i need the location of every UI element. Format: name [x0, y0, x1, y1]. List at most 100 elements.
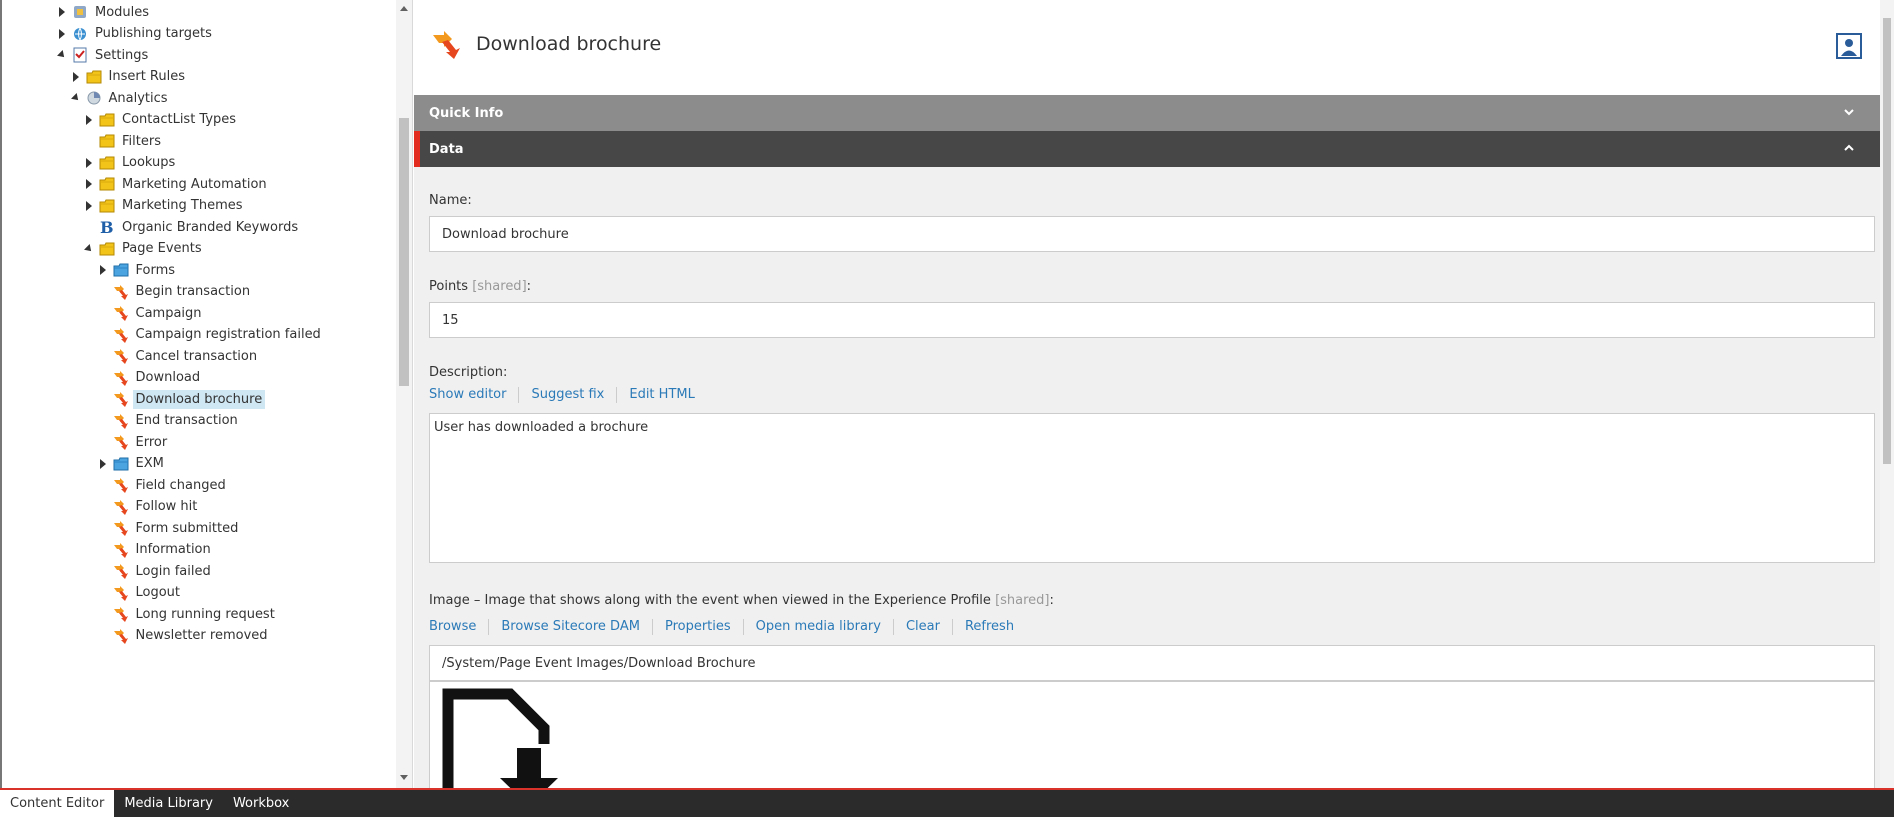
tree-item-download-brochure[interactable]: Download brochure [97, 388, 266, 410]
tree-item-begin-transaction[interactable]: Begin transaction [97, 281, 254, 303]
tree-item-label: Long running request [135, 606, 275, 622]
browse-link[interactable]: Browse [429, 619, 488, 635]
tree-item-campaign-registration-failed[interactable]: Campaign registration failed [97, 324, 324, 346]
tree-item-campaign[interactable]: Campaign [97, 302, 205, 324]
quick-info-label: Quick Info [429, 105, 504, 121]
tree-item-modules[interactable]: Modules [56, 1, 152, 23]
points-label-text: Points [429, 279, 469, 294]
bottom-taskbar: Content Editor Media Library Workbox [0, 788, 1894, 817]
expand-arrow-icon[interactable] [97, 264, 109, 276]
expand-arrow-icon[interactable] [70, 71, 82, 83]
collapse-arrow-icon[interactable] [83, 243, 95, 255]
image-preview[interactable] [429, 681, 1875, 788]
refresh-link[interactable]: Refresh [951, 619, 1026, 635]
properties-link[interactable]: Properties [651, 619, 743, 635]
description-field-label: Description: [429, 365, 508, 380]
show-editor-link[interactable]: Show editor [429, 387, 518, 403]
tree-item-cancel-transaction[interactable]: Cancel transaction [97, 345, 261, 367]
editor-scrollbar-thumb[interactable] [1883, 18, 1891, 464]
tree-item-label: Login failed [135, 563, 211, 579]
tree-item-publishing-targets[interactable]: Publishing targets [56, 23, 215, 45]
media-library-tab[interactable]: Media Library [114, 790, 223, 817]
expand-arrow-icon[interactable] [83, 200, 95, 212]
data-section-header[interactable]: Data [414, 131, 1880, 167]
tree-item-analytics[interactable]: Analytics [70, 87, 171, 109]
workbox-tab[interactable]: Workbox [223, 790, 299, 817]
tree-item-page-events[interactable]: Page Events [83, 238, 205, 260]
folder-icon [99, 176, 115, 192]
page-event-icon [113, 585, 129, 601]
tree-item-download[interactable]: Download [97, 367, 204, 389]
expand-arrow-icon[interactable] [97, 458, 109, 470]
tree-item-label: Marketing Automation [122, 176, 267, 192]
image-label-text: Image – Image that shows along with the … [429, 593, 991, 608]
tree-item-label: Lookups [122, 155, 176, 170]
tree-item-filters[interactable]: Filters [83, 130, 164, 152]
collapse-arrow-icon[interactable] [70, 92, 82, 104]
tree-item-lookups[interactable]: Lookups [83, 152, 178, 174]
clear-link[interactable]: Clear [892, 619, 952, 635]
tree-item-label: Begin transaction [135, 284, 251, 299]
tree-item-login-failed[interactable]: Login failed [97, 560, 214, 582]
analytics-icon [86, 90, 102, 106]
browse-sitecore-dam-link[interactable]: Browse Sitecore DAM [488, 619, 652, 635]
tree-item-label: Analytics [108, 90, 168, 106]
quick-info-section-header[interactable]: Quick Info [414, 95, 1880, 131]
points-field-label: Points [shared]: [429, 279, 531, 294]
tree-item-error[interactable]: Error [97, 431, 171, 453]
tree-item-exm[interactable]: EXM [97, 453, 167, 475]
name-input[interactable]: Download brochure [429, 216, 1875, 252]
expand-arrow-icon[interactable] [83, 178, 95, 190]
tree-item-newsletter-removed[interactable]: Newsletter removed [97, 625, 271, 647]
edit-html-link[interactable]: Edit HTML [616, 387, 706, 403]
open-media-library-link[interactable]: Open media library [742, 619, 893, 635]
tree-item-information[interactable]: Information [97, 539, 214, 561]
scroll-up-arrow-icon[interactable] [400, 6, 408, 11]
tree-item-follow-hit[interactable]: Follow hit [97, 496, 201, 518]
user-icon[interactable] [1836, 33, 1862, 59]
tree-item-label: Error [135, 434, 168, 450]
suggest-fix-link[interactable]: Suggest fix [518, 387, 616, 403]
tree-scrollbar-thumb[interactable] [399, 118, 409, 386]
folder-icon [99, 198, 115, 214]
tree-item-contactlist-types[interactable]: ContactList Types [83, 109, 239, 131]
expand-arrow-icon[interactable] [56, 28, 68, 40]
tree-item-label: Forms [135, 262, 176, 278]
tree-item-forms[interactable]: Forms [97, 259, 179, 281]
tree-item-field-changed[interactable]: Field changed [97, 474, 229, 496]
tree-scrollbar[interactable] [396, 0, 412, 788]
tree-item-marketing-themes[interactable]: Marketing Themes [83, 195, 246, 217]
content-editor-tab[interactable]: Content Editor [0, 790, 115, 817]
scroll-down-arrow-icon[interactable] [400, 775, 408, 780]
expand-arrow-icon[interactable] [83, 157, 95, 169]
blue-folder-icon [113, 456, 129, 472]
tree-item-label: Settings [95, 47, 149, 63]
tree-item-logout[interactable]: Logout [97, 582, 184, 604]
tree-item-organic-branded-keywords[interactable]: B Organic Branded Keywords [83, 216, 301, 238]
description-textarea[interactable]: User has downloaded a brochure [429, 413, 1875, 563]
collapse-arrow-icon[interactable] [56, 49, 68, 61]
tree-item-settings[interactable]: Settings [56, 44, 151, 66]
editor-scrollbar[interactable] [1880, 0, 1894, 788]
tree-item-long-running-request[interactable]: Long running request [97, 603, 278, 625]
page-event-icon [113, 370, 129, 386]
tree-item-label: Cancel transaction [135, 348, 258, 364]
image-field-label: Image – Image that shows along with the … [429, 593, 1054, 608]
tree-item-end-transaction[interactable]: End transaction [97, 410, 241, 432]
tree-item-insert-rules[interactable]: Insert Rules [70, 66, 189, 88]
expand-arrow-icon[interactable] [83, 114, 95, 126]
expand-arrow-icon[interactable] [56, 6, 68, 18]
points-input[interactable]: 15 [429, 302, 1875, 338]
page-event-icon [113, 477, 129, 493]
page-event-icon [113, 520, 129, 536]
tree-item-form-submitted[interactable]: Form submitted [97, 517, 242, 539]
tree-item-marketing-automation[interactable]: Marketing Automation [83, 173, 270, 195]
